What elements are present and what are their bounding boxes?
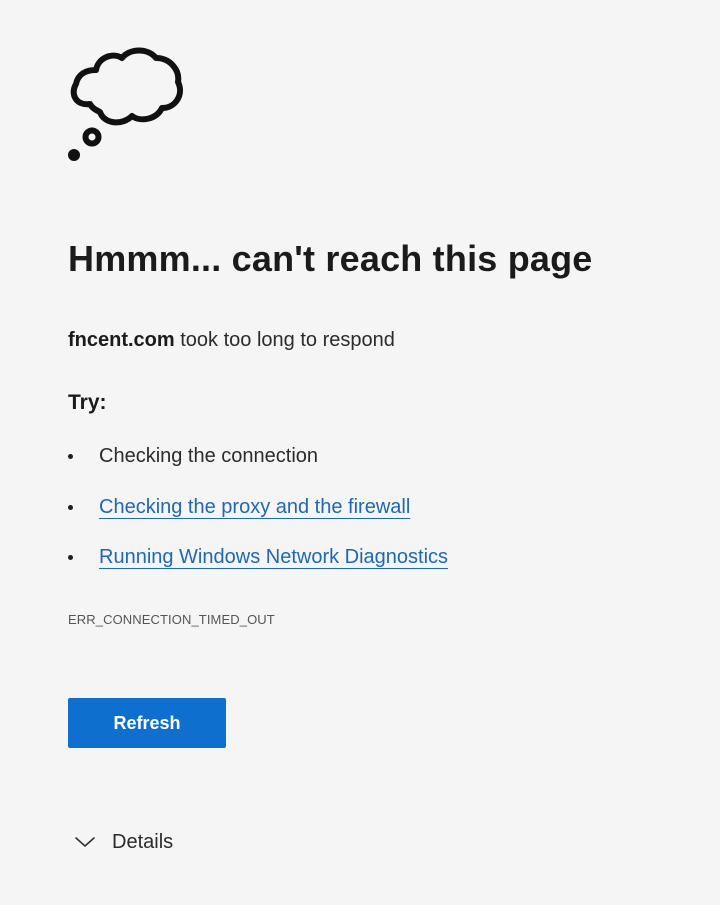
refresh-button[interactable]: Refresh [68, 698, 226, 748]
error-description: took too long to respond [180, 329, 395, 351]
thought-cloud-icon [68, 47, 183, 161]
details-toggle[interactable]: Details [74, 826, 173, 858]
page-title: Hmmm... can't reach this page [68, 238, 593, 279]
error-message: fncent.com took too long to respond [68, 329, 395, 352]
details-label: Details [112, 830, 174, 853]
suggestion-label: Checking the connection [99, 445, 319, 467]
error-code: ERR_CONNECTION_TIMED_OUT [68, 612, 275, 627]
bullet [68, 504, 73, 510]
bullet [68, 454, 73, 459]
try-heading: Try: [68, 391, 107, 414]
site-domain: fncent.com [68, 329, 175, 351]
bullet [68, 555, 73, 560]
chevron-down-icon [75, 837, 95, 847]
proxy-firewall-link[interactable]: Checking the proxy and the firewall [99, 491, 410, 523]
network-diagnostics-link[interactable]: Running Windows Network Diagnostics [99, 541, 448, 573]
